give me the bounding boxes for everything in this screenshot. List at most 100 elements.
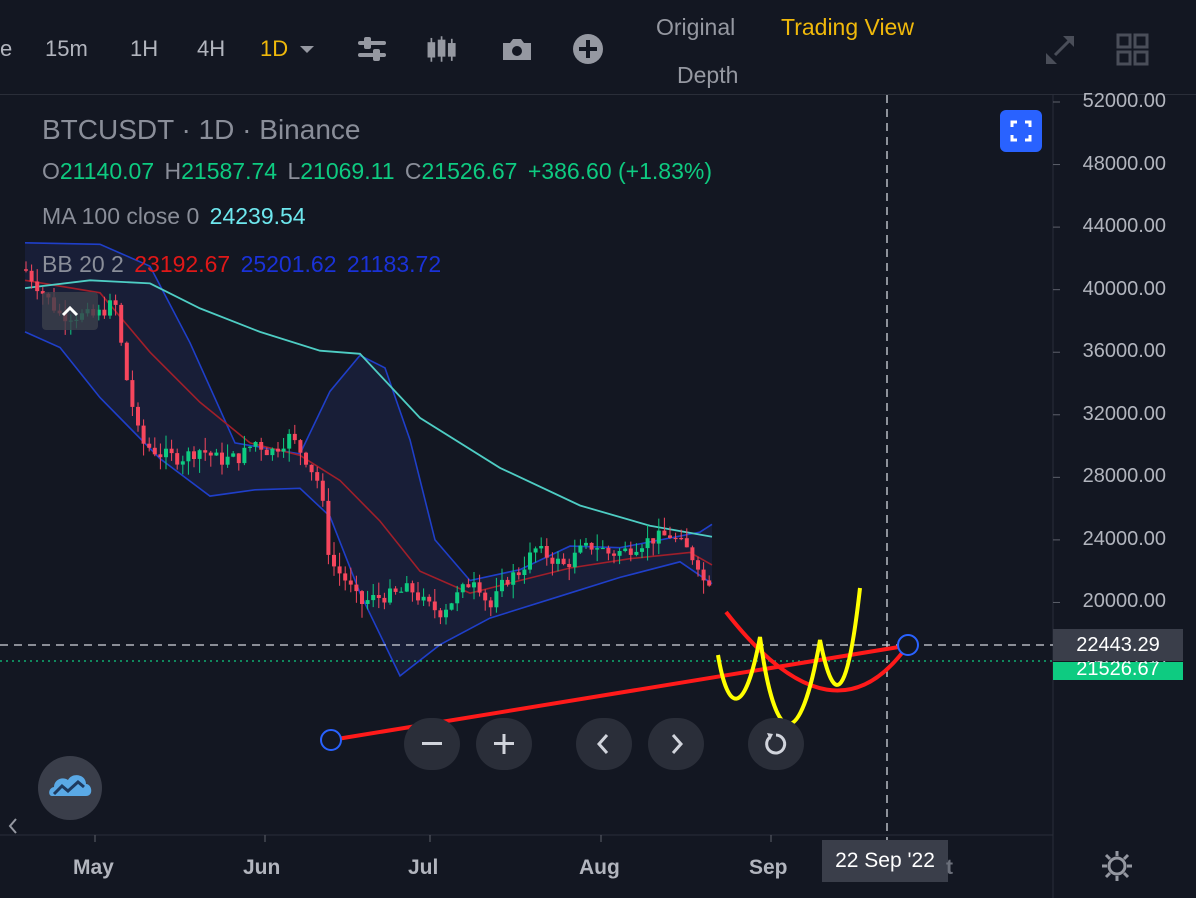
candle — [628, 548, 633, 555]
candle — [494, 591, 499, 608]
candle — [332, 554, 336, 567]
candle — [130, 380, 135, 407]
settings-sliders-icon[interactable] — [355, 32, 389, 66]
candle — [612, 553, 616, 556]
candle — [298, 440, 303, 453]
candle — [572, 552, 577, 568]
candle — [348, 580, 353, 585]
candle — [533, 548, 538, 553]
candle — [679, 538, 684, 540]
expand-icon[interactable] — [1043, 33, 1077, 67]
candle — [584, 542, 588, 546]
fullscreen-button[interactable] — [1000, 110, 1042, 152]
candle — [102, 309, 107, 316]
candle — [248, 446, 252, 448]
fullscreen-icon — [1010, 120, 1032, 142]
candle — [29, 270, 34, 282]
candle — [169, 448, 174, 454]
candle — [539, 546, 544, 549]
candle — [550, 557, 555, 564]
scroll-left-edge-icon[interactable] — [6, 816, 20, 836]
candle — [595, 548, 600, 550]
candle — [147, 443, 152, 448]
candle — [427, 596, 432, 602]
ma-legend: MA 100 close 0 24239.54 — [42, 203, 310, 230]
candle — [455, 592, 460, 604]
candle — [651, 538, 656, 544]
candle — [371, 595, 376, 601]
candle — [180, 461, 185, 465]
candle — [623, 548, 628, 551]
candle — [673, 537, 678, 540]
crosshair-price-tag: 22443.29 — [1053, 629, 1183, 661]
timeframe-partial[interactable]: e — [0, 36, 12, 62]
gear-icon[interactable] — [1100, 849, 1134, 883]
candle — [259, 442, 264, 450]
candle — [119, 304, 124, 343]
candle — [108, 300, 112, 316]
timeframe-1h[interactable]: 1H — [130, 36, 158, 62]
tradingview-logo-badge[interactable] — [38, 756, 102, 820]
collapse-legend-button[interactable] — [42, 292, 98, 330]
low-value: 21069.11 — [300, 158, 395, 184]
grid-icon[interactable] — [1116, 33, 1150, 67]
candle — [662, 530, 667, 536]
view-tradingview-button[interactable]: Trading View — [781, 14, 914, 41]
candle — [225, 456, 230, 465]
candle — [35, 281, 40, 292]
candle — [203, 450, 208, 453]
candle — [236, 453, 241, 464]
candle — [220, 452, 224, 465]
candle — [141, 425, 146, 444]
last-price-value: 21526.67 — [1076, 662, 1160, 680]
timeframe-4h[interactable]: 4H — [197, 36, 225, 62]
candle — [197, 450, 202, 459]
candle — [186, 451, 191, 462]
candle — [337, 566, 342, 574]
zoom-in-button[interactable] — [476, 718, 532, 770]
time-label-partial: t — [946, 856, 953, 879]
candle — [158, 454, 163, 458]
candle — [214, 452, 219, 456]
candle — [544, 546, 549, 558]
add-icon[interactable] — [571, 32, 605, 66]
candle — [281, 448, 286, 452]
candle — [152, 447, 157, 455]
trendline-handle-start — [320, 729, 342, 751]
scroll-right-button[interactable] — [648, 718, 704, 770]
candles-icon[interactable] — [425, 32, 459, 66]
chevron-down-icon[interactable] — [296, 38, 318, 60]
candle — [404, 583, 409, 592]
candle — [326, 500, 331, 555]
candle — [365, 600, 370, 604]
scroll-left-button[interactable] — [576, 718, 632, 770]
reset-chart-button[interactable] — [748, 718, 804, 770]
zoom-in-icon — [494, 734, 514, 754]
candle — [304, 452, 308, 465]
candle — [522, 569, 527, 575]
crosshair-date-tag: 22 Sep '22 — [822, 840, 948, 882]
timeframe-15m[interactable]: 15m — [45, 36, 88, 62]
candle — [606, 547, 611, 554]
candle — [276, 448, 280, 452]
timeframe-1d[interactable]: 1D — [260, 36, 288, 62]
candle — [701, 569, 706, 581]
zoom-out-button[interactable] — [404, 718, 460, 770]
ma-label: MA 100 close 0 — [42, 203, 200, 229]
price-tick-label: 52000.00 — [1082, 90, 1166, 112]
view-original-button[interactable]: Original — [656, 14, 735, 41]
candle — [460, 584, 465, 593]
open-value: 21140.07 — [59, 158, 155, 184]
candle — [477, 582, 482, 593]
candle — [382, 597, 387, 603]
candle — [567, 564, 572, 568]
candle — [561, 558, 566, 565]
candle — [600, 547, 605, 550]
camera-icon[interactable] — [500, 32, 534, 66]
candle — [253, 442, 258, 447]
view-depth-button[interactable]: Depth — [677, 62, 738, 89]
candle — [444, 609, 448, 618]
candle — [505, 579, 510, 585]
candle — [707, 580, 712, 586]
candle — [578, 545, 583, 553]
